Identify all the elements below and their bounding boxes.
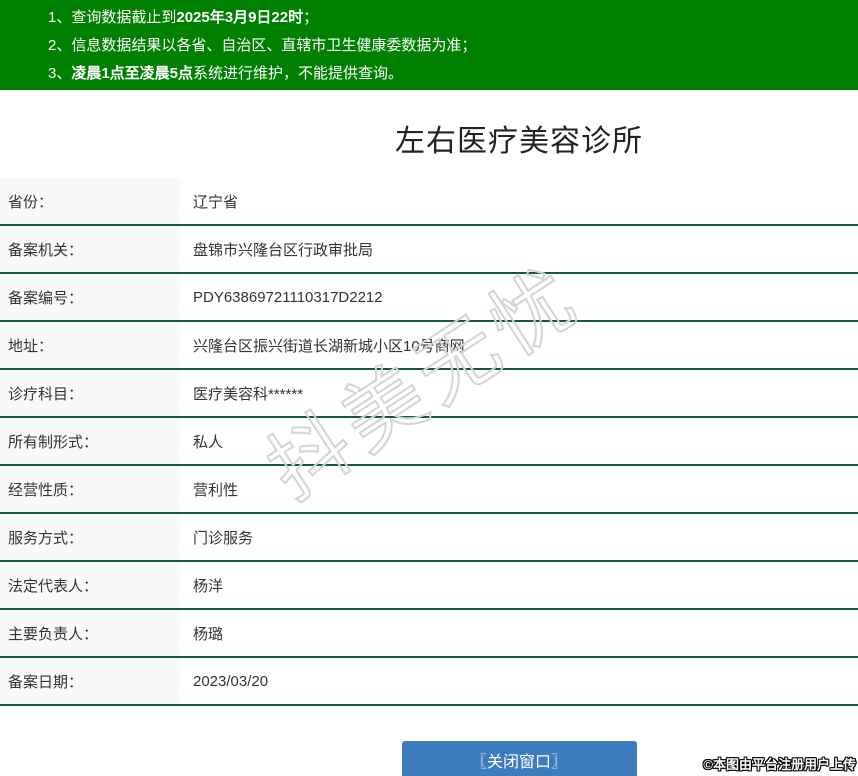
row-label: 服务方式： [0, 513, 180, 562]
row-value: 杨洋 [180, 561, 858, 610]
table-row: 经营性质： 营利性 [0, 465, 858, 514]
row-label: 备案日期： [0, 657, 180, 706]
notice-text: 查询数据截止到 [71, 9, 177, 26]
row-label: 所有制形式： [0, 417, 180, 466]
table-row: 诊疗科目： 医疗美容科****** [0, 369, 858, 418]
notice-number: 3、 [48, 65, 72, 82]
notice-line: 3、凌晨1点至凌晨5点系统进行维护，不能提供查询。 [48, 60, 858, 88]
close-window-button[interactable]: 〖关闭窗口〗 [401, 741, 637, 776]
notice-bold-text: 2025年3月9日22时 [176, 9, 304, 26]
row-value: 盘锦市兴隆台区行政审批局 [180, 225, 858, 274]
table-row: 备案编号： PDY63869721110317D2212 [0, 273, 858, 322]
table-row: 主要负责人： 杨璐 [0, 609, 858, 658]
notice-bar: 1、查询数据截止到2025年3月9日22时； 2、信息数据结果以各省、自治区、直… [0, 0, 858, 90]
record-detail-page: 1、查询数据截止到2025年3月9日22时； 2、信息数据结果以各省、自治区、直… [0, 0, 858, 776]
corner-watermark: ©本图由平台注册用户上传 [703, 757, 856, 772]
row-value: PDY63869721110317D2212 [180, 273, 858, 322]
row-label: 备案编号： [0, 273, 180, 322]
table-row: 所有制形式： 私人 [0, 417, 858, 466]
table-row: 地址： 兴隆台区振兴街道长湖新城小区10号商网 [0, 321, 858, 370]
info-table: 省份： 辽宁省 备案机关： 盘锦市兴隆台区行政审批局 备案编号： PDY6386… [0, 178, 858, 706]
table-row: 服务方式： 门诊服务 [0, 513, 858, 562]
notice-line: 2、信息数据结果以各省、自治区、直辖市卫生健康委数据为准； [48, 32, 858, 60]
table-row: 省份： 辽宁省 [0, 178, 858, 226]
notice-number: 2、 [48, 37, 72, 54]
row-label: 主要负责人： [0, 609, 180, 658]
row-value: 2023/03/20 [180, 657, 858, 706]
row-label: 备案机关： [0, 225, 180, 274]
row-value: 兴隆台区振兴街道长湖新城小区10号商网 [180, 321, 858, 370]
page-title: 左右医疗美容诊所 [395, 125, 643, 158]
row-label: 诊疗科目： [0, 369, 180, 418]
table-row: 备案日期： 2023/03/20 [0, 657, 858, 706]
row-value: 门诊服务 [180, 513, 858, 562]
row-value: 私人 [180, 417, 858, 466]
row-label: 地址： [0, 321, 180, 370]
notice-text: ； [303, 9, 319, 26]
row-label: 法定代表人： [0, 561, 180, 610]
row-value: 营利性 [180, 465, 858, 514]
notice-text: 系统进行维护，不能提供查询。 [193, 65, 404, 82]
row-label: 省份： [0, 178, 180, 226]
row-value: 杨璐 [180, 609, 858, 658]
notice-line: 1、查询数据截止到2025年3月9日22时； [48, 4, 858, 32]
notice-bold-text: 凌晨1点至凌晨5点 [71, 65, 194, 82]
table-row: 备案机关： 盘锦市兴隆台区行政审批局 [0, 225, 858, 274]
notice-text: 信息数据结果以各省、自治区、直辖市卫生健康委数据为准； [71, 37, 477, 54]
row-value: 辽宁省 [180, 178, 858, 226]
notice-number: 1、 [48, 9, 72, 26]
table-row: 法定代表人： 杨洋 [0, 561, 858, 610]
row-value: 医疗美容科****** [180, 369, 858, 418]
row-label: 经营性质： [0, 465, 180, 514]
